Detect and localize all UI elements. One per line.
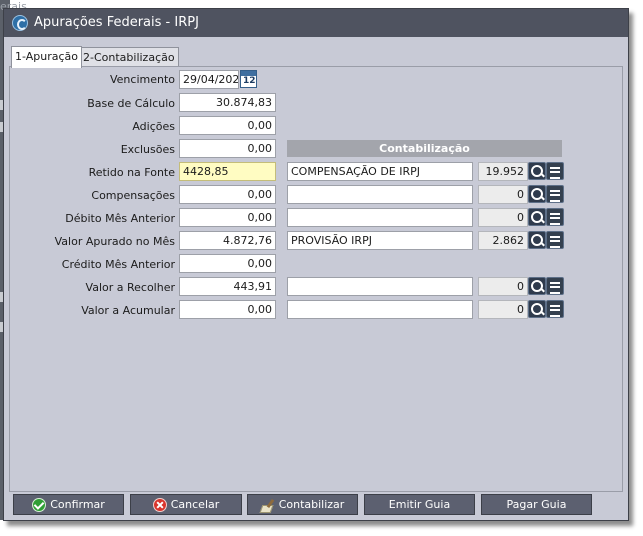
check-icon	[32, 497, 47, 512]
pagar-guia-label: Pagar Guia	[506, 498, 567, 511]
list-icon[interactable]	[546, 231, 564, 249]
tab-contabilizacao[interactable]: 2-Contabilização	[79, 47, 179, 67]
cancelar-button[interactable]: Cancelar	[130, 494, 242, 515]
valor-apurado-label: Valor Apurado no Mês	[54, 235, 175, 248]
contabilizacao-code-field[interactable]: 0	[478, 185, 528, 204]
contabilizar-button[interactable]: Contabilizar	[247, 494, 358, 515]
tab-apuracao[interactable]: 1-Apuração	[11, 46, 82, 68]
vencimento-date-field[interactable]: 29/04/2022	[179, 70, 239, 89]
contabilizacao-description-field[interactable]: PROVISÃO IRPJ	[287, 231, 473, 250]
list-icon[interactable]	[546, 162, 564, 180]
search-icon[interactable]	[528, 185, 546, 203]
retido-fonte-field[interactable]: 4428,85	[179, 162, 276, 181]
contabilizacao-code-field[interactable]: 0	[478, 277, 528, 296]
adicoes-field[interactable]: 0,00	[179, 116, 276, 135]
contabilizacao-description-field[interactable]	[287, 300, 473, 319]
valor-acumular-field[interactable]: 0,00	[179, 300, 276, 319]
exclusoes-field[interactable]: 0,00	[179, 139, 276, 158]
calendar-icon[interactable]: 12	[240, 70, 257, 88]
confirmar-label: Confirmar	[50, 498, 105, 511]
tab-apuracao-label: 1-Apuração	[15, 50, 78, 63]
contabilizacao-description-field[interactable]	[287, 277, 473, 296]
valor-acumular-label: Valor a Acumular	[81, 304, 175, 317]
list-icon[interactable]	[546, 208, 564, 226]
confirmar-button[interactable]: Confirmar	[13, 494, 124, 515]
vencimento-label: Vencimento	[109, 73, 175, 86]
base-calculo-label: Base de Cálculo	[87, 97, 175, 110]
list-icon[interactable]	[546, 185, 564, 203]
credito-mes-anterior-label: Crédito Mês Anterior	[61, 258, 175, 271]
contabilizar-label: Contabilizar	[278, 498, 345, 511]
search-icon[interactable]	[528, 300, 546, 318]
window-titlebar[interactable]: Apurações Federais - IRPJ	[4, 9, 628, 37]
search-icon[interactable]	[528, 231, 546, 249]
pagar-guia-button[interactable]: Pagar Guia	[481, 494, 592, 515]
apuracoes-window: Apurações Federais - IRPJ 1-Apuração 2-C…	[3, 8, 629, 521]
search-icon[interactable]	[528, 162, 546, 180]
contabilizacao-code-field[interactable]: 0	[478, 300, 528, 319]
app-logo-icon	[12, 15, 28, 31]
cancelar-label: Cancelar	[170, 498, 220, 511]
valor-recolher-label: Valor a Recolher	[85, 281, 175, 294]
list-icon[interactable]	[546, 277, 564, 295]
contabilizacao-description-field[interactable]	[287, 185, 473, 204]
contabilizacao-header: Contabilização	[287, 140, 562, 157]
valor-recolher-field[interactable]: 443,91	[179, 277, 276, 296]
compensacoes-field[interactable]: 0,00	[179, 185, 276, 204]
tab-contabilizacao-label: 2-Contabilização	[83, 51, 175, 64]
adicoes-label: Adições	[132, 120, 175, 133]
contabilizacao-code-field[interactable]: 2.862	[478, 231, 528, 250]
brush-icon	[261, 498, 275, 512]
exclusoes-label: Exclusões	[120, 143, 175, 156]
contabilizacao-code-field[interactable]: 0	[478, 208, 528, 227]
cancel-icon	[152, 497, 167, 512]
debito-mes-anterior-label: Débito Mês Anterior	[65, 212, 175, 225]
contabilizacao-description-field[interactable]: COMPENSAÇÃO DE IRPJ	[287, 162, 473, 181]
emitir-guia-label: Emitir Guia	[388, 498, 451, 511]
retido-fonte-label: Retido na Fonte	[88, 166, 175, 179]
credito-mes-anterior-field[interactable]: 0,00	[179, 254, 276, 273]
compensacoes-label: Compensações	[91, 189, 175, 202]
window-title: Apurações Federais - IRPJ	[34, 15, 199, 30]
base-calculo-field[interactable]: 30.874,83	[179, 93, 276, 112]
contabilizacao-code-field[interactable]: 19.952	[478, 162, 528, 181]
list-icon[interactable]	[546, 300, 564, 318]
debito-mes-anterior-field[interactable]: 0,00	[179, 208, 276, 227]
emitir-guia-button[interactable]: Emitir Guia	[364, 494, 475, 515]
search-icon[interactable]	[528, 277, 546, 295]
valor-apurado-field[interactable]: 4.872,76	[179, 231, 276, 250]
contabilizacao-description-field[interactable]	[287, 208, 473, 227]
search-icon[interactable]	[528, 208, 546, 226]
